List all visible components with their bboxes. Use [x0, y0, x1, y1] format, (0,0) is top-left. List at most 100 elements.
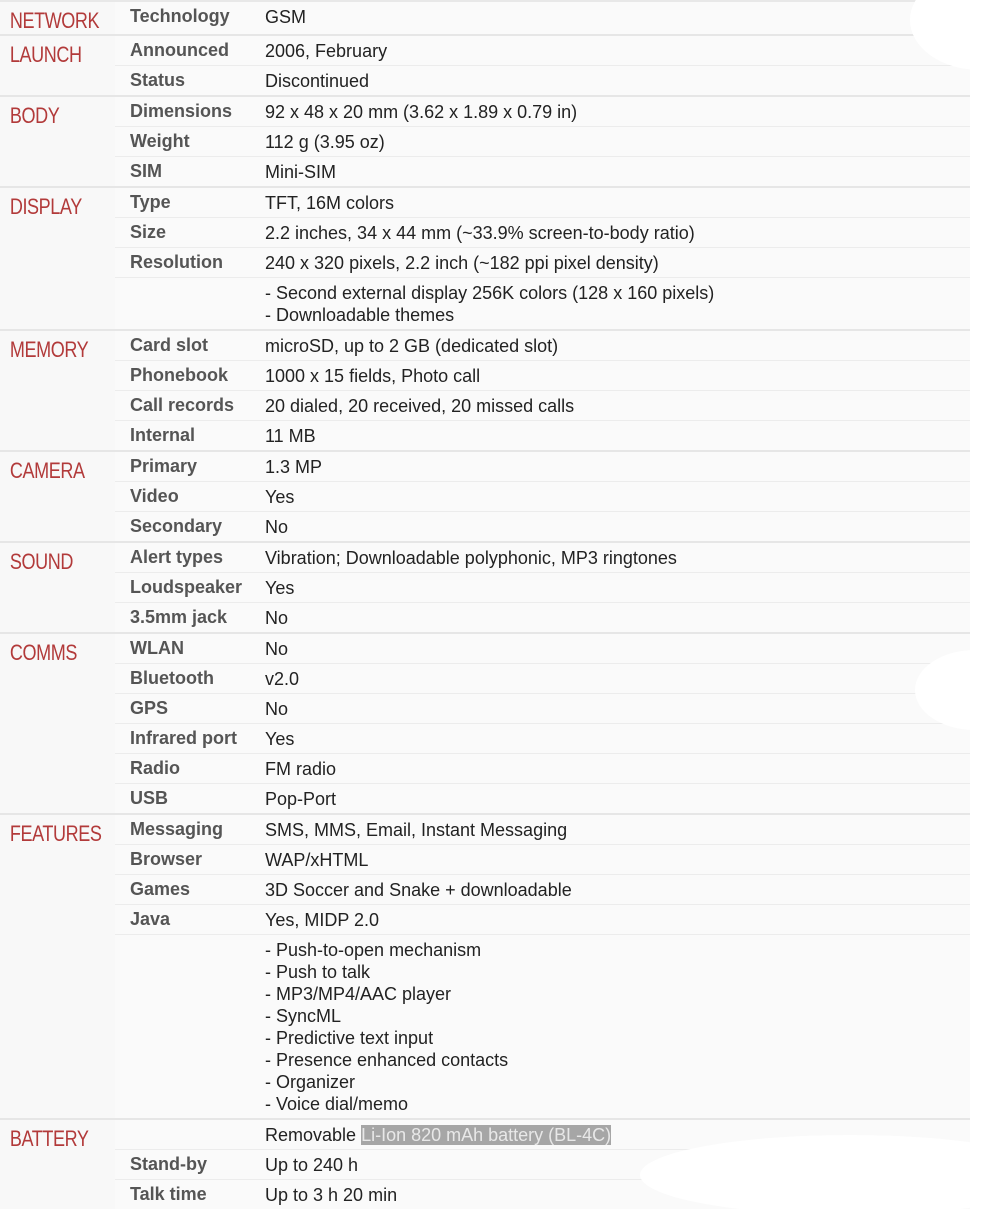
section-rows: Card slot microSD, up to 2 GB (dedicated …	[115, 331, 970, 450]
spec-row: Internal 11 MB	[115, 421, 970, 450]
spec-label: Status	[130, 70, 186, 90]
spec-label: Infrared port	[130, 728, 238, 748]
spec-value-text: Yes	[265, 578, 295, 598]
section-rows: Primary 1.3 MP Video Yes Secondary No	[115, 452, 970, 541]
spec-label: Alert types	[130, 547, 224, 567]
spec-value: Yes	[265, 724, 970, 753]
spec-label: Stand-by	[130, 1154, 208, 1174]
spec-section-camera: CAMERA Primary 1.3 MP Video Yes Secondary No	[0, 452, 970, 543]
section-rows: Technology GSM	[115, 2, 970, 34]
spec-value-text: microSD, up to 2 GB (dedicated slot)	[265, 336, 559, 356]
spec-value-line: - Presence enhanced contacts	[265, 1050, 509, 1070]
spec-label: USB	[130, 788, 169, 808]
spec-value-text: Yes, MIDP 2.0	[265, 910, 380, 930]
spec-label	[115, 1120, 265, 1149]
spec-value-text: 11 MB	[265, 426, 316, 446]
spec-label: Primary	[130, 456, 198, 476]
section-rows: Messaging SMS, MMS, Email, Instant Messag…	[115, 815, 970, 1118]
spec-value-text: No	[265, 517, 289, 537]
spec-value: WAP/xHTML	[265, 845, 970, 874]
spec-section-display: DISPLAY Type TFT, 16M colors Size 2.2 inches…	[0, 188, 970, 331]
spec-label: WLAN	[130, 638, 184, 658]
spec-label: Secondary	[130, 516, 223, 536]
spec-value-text: 1.3 MP	[265, 457, 323, 477]
spec-section-body: BODY Dimensions 92 x 48 x 20 mm (3.62 x 1.…	[0, 97, 970, 188]
spec-value-text: 20 dialed, 20 received, 20 missed calls	[265, 396, 575, 416]
spec-section-memory: MEMORY Card slot microSD, up to 2 GB (dedi…	[0, 331, 970, 452]
selected-text-highlight[interactable]: Li-Ion 820 mAh battery (BL-4C)	[361, 1125, 612, 1145]
spec-label: Resolution	[130, 252, 223, 272]
spec-value: 2.2 inches, 34 x 44 mm (~33.9% screen-to…	[265, 218, 970, 247]
spec-label: Dimensions	[130, 101, 233, 121]
section-rows: Type TFT, 16M colors Size 2.2 inches, 34 x …	[115, 188, 970, 329]
spec-label: Games	[130, 879, 191, 899]
spec-label: Internal	[130, 425, 196, 445]
section-rows: Alert types Vibration; Downloadable polyp…	[115, 543, 970, 632]
spec-value-text: 240 x 320 pixels, 2.2 inch (~182 ppi pix…	[265, 253, 659, 273]
section-rows: Announced 2006, February Status Discontinue…	[115, 36, 970, 95]
section-title: COMMS	[0, 634, 95, 813]
spec-value: 1000 x 15 fields, Photo call	[265, 361, 970, 390]
spec-value: Vibration; Downloadable polyphonic, MP3 …	[265, 543, 970, 572]
spec-value: Discontinued	[265, 66, 970, 95]
spec-label: Java	[130, 909, 171, 929]
spec-value-text: Discontinued	[265, 71, 370, 91]
spec-row: Infrared port Yes	[115, 724, 970, 754]
spec-value-text: FM radio	[265, 759, 337, 779]
spec-value-text: 112 g (3.95 oz)	[265, 132, 385, 152]
spec-label: GPS	[130, 698, 169, 718]
spec-label: Phonebook	[130, 365, 228, 385]
spec-label: Size	[130, 222, 167, 242]
spec-value: microSD, up to 2 GB (dedicated slot)	[265, 331, 970, 360]
spec-value: - Push-to-open mechanism - Push to talk - …	[265, 935, 970, 1118]
spec-value-text: Mini-SIM	[265, 162, 336, 182]
spec-value: TFT, 16M colors	[265, 188, 970, 217]
spec-value-text: Pop-Port	[265, 789, 337, 809]
spec-value-text: GSM	[265, 7, 307, 27]
spec-value-line: - MP3/MP4/AAC player	[265, 984, 452, 1004]
spec-row: WLAN No	[115, 634, 970, 664]
spec-label: Technology	[130, 6, 230, 26]
spec-row: Phonebook 1000 x 15 fields, Photo call	[115, 361, 970, 391]
spec-value-line: - Second external display 256K colors (1…	[265, 283, 715, 303]
spec-value-text: Yes	[265, 729, 295, 749]
spec-label: Call records	[130, 395, 235, 415]
spec-value-text: WAP/xHTML	[265, 850, 369, 870]
spec-value: Yes	[265, 573, 970, 602]
spec-section-sound: SOUND Alert types Vibration; Downloadable …	[0, 543, 970, 634]
spec-label: Type	[130, 192, 171, 212]
spec-value: Yes, MIDP 2.0	[265, 905, 970, 934]
spec-value-text: No	[265, 608, 289, 628]
spec-value: 2006, February	[265, 36, 970, 65]
spec-label: Loudspeaker	[130, 577, 243, 597]
section-title: CAMERA	[0, 452, 95, 541]
spec-value: 20 dialed, 20 received, 20 missed calls	[265, 391, 970, 420]
spec-value-line: - Predictive text input	[265, 1028, 434, 1048]
spec-value-text: Yes	[265, 487, 295, 507]
spec-row: 3.5mm jack No	[115, 603, 970, 632]
spec-value-text: 1000 x 15 fields, Photo call	[265, 366, 481, 386]
spec-value: 1.3 MP	[265, 452, 970, 481]
spec-label: 3.5mm jack	[130, 607, 228, 627]
spec-label	[115, 935, 265, 1118]
spec-value: 11 MB	[265, 421, 970, 450]
section-title: NETWORK	[0, 2, 100, 34]
spec-row: Announced 2006, February	[115, 36, 970, 66]
spec-value: No	[265, 603, 970, 632]
section-title: MEMORY	[0, 331, 95, 450]
spec-value-text: No	[265, 699, 289, 719]
spec-value-text: SMS, MMS, Email, Instant Messaging	[265, 820, 568, 840]
spec-value: No	[265, 512, 970, 541]
spec-value-text: Removable	[265, 1125, 357, 1145]
section-rows: Dimensions 92 x 48 x 20 mm (3.62 x 1.89 x…	[115, 97, 970, 186]
spec-value: Yes	[265, 482, 970, 511]
spec-value: 240 x 320 pixels, 2.2 inch (~182 ppi pix…	[265, 248, 970, 277]
spec-value-text: v2.0	[265, 669, 300, 689]
spec-row: Secondary No	[115, 512, 970, 541]
section-title: BODY	[0, 97, 95, 186]
section-title: BATTERY	[0, 1120, 95, 1209]
spec-table: NETWORK Technology GSM LAUNCH Announced 2006,…	[0, 0, 970, 1209]
spec-row: Alert types Vibration; Downloadable polyp…	[115, 543, 970, 573]
spec-row: Status Discontinued	[115, 66, 970, 95]
spec-row: Bluetooth v2.0	[115, 664, 970, 694]
